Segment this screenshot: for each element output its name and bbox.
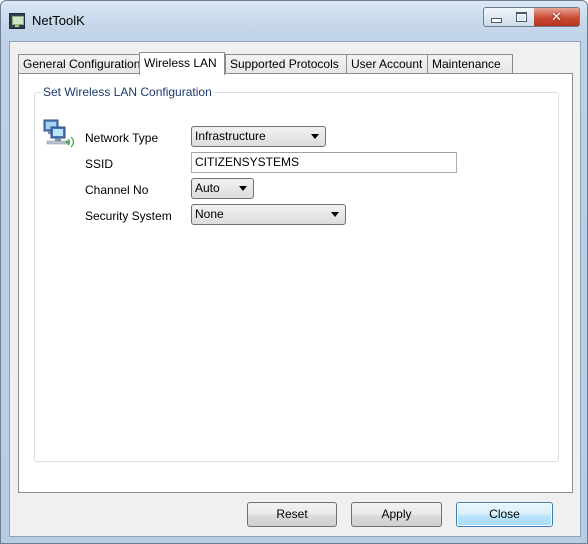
ssid-label: SSID xyxy=(85,157,114,171)
network-type-value: Infrastructure xyxy=(195,129,266,143)
tab-supported-protocols[interactable]: Supported Protocols xyxy=(225,54,347,74)
channel-no-label: Channel No xyxy=(85,183,149,197)
ssid-input[interactable]: CITIZENSYSTEMS xyxy=(191,152,457,173)
security-system-value: None xyxy=(195,207,224,221)
title-bar[interactable]: NetToolK ✕ xyxy=(1,1,587,41)
network-computers-icon xyxy=(43,119,75,148)
channel-no-value: Auto xyxy=(195,181,220,195)
minimize-button[interactable] xyxy=(483,7,510,27)
close-icon: ✕ xyxy=(551,9,562,25)
security-system-select[interactable]: None xyxy=(191,204,346,225)
maximize-icon xyxy=(516,12,527,22)
close-window-button[interactable]: ✕ xyxy=(534,7,580,27)
chevron-down-icon xyxy=(311,134,319,139)
dialog-client-area: General Configuration Wireless LAN Suppo… xyxy=(9,41,581,537)
network-type-label: Network Type xyxy=(85,131,159,145)
reset-button[interactable]: Reset xyxy=(247,502,337,527)
printer-network-icon xyxy=(9,13,25,29)
tab-user-account[interactable]: User Account xyxy=(346,54,428,74)
group-title: Set Wireless LAN Configuration xyxy=(41,85,214,99)
minimize-icon xyxy=(491,17,502,23)
tab-wireless-lan[interactable]: Wireless LAN xyxy=(139,52,225,75)
maximize-button[interactable] xyxy=(509,7,535,27)
chevron-down-icon xyxy=(331,212,339,217)
close-button[interactable]: Close xyxy=(456,502,553,527)
tab-general-configuration[interactable]: General Configuration xyxy=(18,54,141,74)
wireless-config-group: Set Wireless LAN Configuration Network T… xyxy=(34,85,559,462)
window-title: NetToolK xyxy=(32,13,85,28)
security-system-label: Security System xyxy=(85,209,172,223)
channel-no-select[interactable]: Auto xyxy=(191,178,254,199)
network-type-select[interactable]: Infrastructure xyxy=(191,126,326,147)
tab-maintenance[interactable]: Maintenance xyxy=(427,54,513,74)
chevron-down-icon xyxy=(239,186,247,191)
ssid-value: CITIZENSYSTEMS xyxy=(195,155,300,169)
app-window: NetToolK ✕ General Configuration Wireles… xyxy=(0,0,588,544)
apply-button[interactable]: Apply xyxy=(351,502,442,527)
wireless-lan-panel: Set Wireless LAN Configuration Network T… xyxy=(18,73,573,493)
